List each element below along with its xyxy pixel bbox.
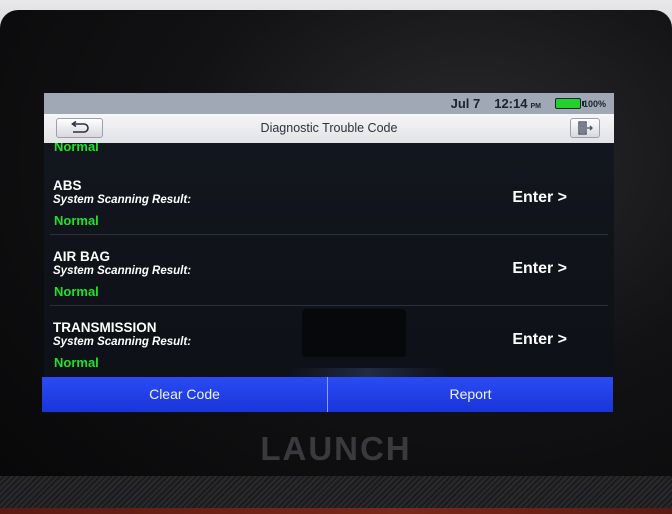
status-time: 12:14 [494, 96, 528, 111]
divider [50, 305, 608, 306]
enter-button[interactable]: Enter > [512, 260, 567, 278]
report-button[interactable]: Report [328, 377, 613, 412]
battery-percent: 100% [582, 98, 606, 109]
exit-icon [578, 121, 593, 135]
page-title: Diagnostic Trouble Code [260, 121, 398, 135]
system-entry-abs[interactable]: ABS System Scanning Result: Normal Enter… [44, 178, 614, 250]
clear-code-button[interactable]: Clear Code [42, 377, 327, 412]
system-scan-label: System Scanning Result: [53, 265, 192, 277]
title-bar: Diagnostic Trouble Code [44, 114, 614, 143]
background-strip [0, 508, 672, 514]
system-list: Normal ABS System Scanning Result: Norma… [44, 143, 614, 380]
system-name: AIR BAG [53, 249, 110, 264]
battery-icon [554, 98, 584, 109]
status-date: Jul 7 [450, 96, 481, 111]
action-bar: Clear Code Report [42, 377, 613, 412]
system-scan-result: Normal [54, 355, 99, 370]
system-scan-label: System Scanning Result: [53, 194, 192, 206]
enter-button[interactable]: Enter > [512, 189, 567, 207]
device-brand-logo: LAUNCH [260, 430, 412, 467]
device-screen: Jul 7 12:14 PM 100% Diagnostic Trouble C… [44, 93, 614, 413]
system-name: TRANSMISSION [53, 320, 157, 335]
status-clock: 12:14 PM [494, 96, 541, 111]
exit-button[interactable] [570, 118, 600, 138]
divider [50, 234, 608, 235]
status-bar: Jul 7 12:14 PM 100% [44, 93, 614, 114]
back-arrow-icon [70, 121, 89, 133]
system-scan-result: Normal [54, 284, 99, 299]
status-info: Jul 7 12:14 PM 100% [451, 95, 606, 112]
enter-button[interactable]: Enter > [512, 331, 567, 349]
status-ampm: PM [530, 103, 541, 110]
system-scan-label: System Scanning Result: [53, 336, 192, 348]
back-button[interactable] [56, 118, 103, 138]
system-scan-result: Normal [54, 213, 99, 228]
system-name: ABS [53, 178, 82, 193]
screen-reflection [302, 309, 406, 357]
previous-entry-result: Normal [54, 143, 99, 154]
background-bottom [0, 476, 672, 514]
battery-indicator: 100% [554, 98, 606, 109]
